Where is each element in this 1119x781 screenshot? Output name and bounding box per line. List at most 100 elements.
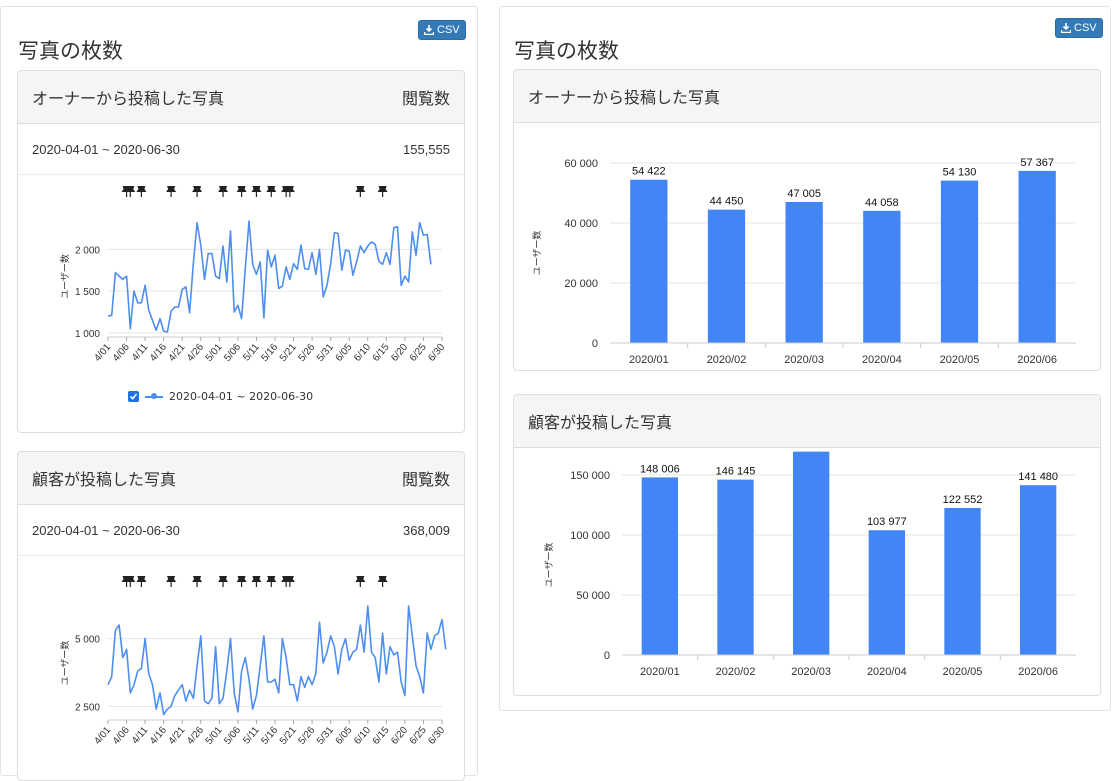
pin-icon — [192, 186, 203, 197]
series-line — [107, 220, 432, 333]
legend-label: 2020-04-01 ~ 2020-06-30 — [169, 390, 314, 403]
x-tick-label: 6/25 — [408, 725, 429, 747]
x-tick-label: 4/06 — [111, 342, 132, 364]
panel-heading: オーナーから投稿した写真 — [514, 70, 1100, 123]
panel-heading: 顧客が投稿した写真 閲覧数 — [18, 452, 464, 505]
customer-line-chart: 2 5005 000ユーザー数4/014/064/114/164/214/265… — [59, 576, 448, 747]
x-tick-label: 5/06 — [222, 725, 243, 747]
y-tick-label: 60 000 — [564, 158, 598, 170]
download-icon — [1061, 23, 1071, 33]
x-tick-label: 6/15 — [371, 342, 392, 364]
csv-label: CSV — [1074, 22, 1097, 34]
pin-icon — [377, 576, 388, 587]
x-tick-label: 5/31 — [315, 725, 336, 747]
date-range: 2020-04-01 ~ 2020-06-30 — [32, 141, 180, 157]
y-tick-label: 1 500 — [75, 287, 100, 298]
x-tick-label: 4/16 — [148, 342, 169, 364]
bar — [707, 209, 746, 343]
pin-icon — [251, 576, 262, 587]
y-axis-label: ユーザー数 — [531, 231, 542, 276]
y-tick-label: 100 000 — [570, 530, 610, 542]
x-tick-label: 5/16 — [259, 342, 280, 364]
panel-title: 顧客が投稿した写真 — [32, 470, 177, 489]
x-tick-label: 5/16 — [259, 725, 280, 747]
x-tick-label: 6/25 — [408, 342, 429, 364]
bar-value-label: 44 450 — [710, 196, 744, 208]
section-title: 写真の枚数 — [18, 39, 123, 63]
bar-value-label: 148 006 — [640, 463, 680, 475]
x-tick-label: 4/11 — [130, 725, 151, 747]
bar-value-label: 103 977 — [867, 516, 907, 528]
pin-icon — [266, 186, 277, 197]
owner-photos-bar-panel: オーナーから投稿した写真 0 20 000 40 000 60 000 ユーザー数 54 … — [513, 69, 1101, 371]
x-category-label: 2020/04 — [867, 666, 907, 678]
bar-value-label: 47 005 — [787, 188, 821, 200]
bar — [868, 530, 905, 655]
panel-summary: 2020-04-01 ~ 2020-06-30 368,009 — [18, 505, 464, 556]
customer-photos-bar-panel: 顧客が投稿した写真 0 50 000 100 000 150 000 ユーザー数 148 … — [513, 394, 1101, 696]
total-views: 368,009 — [403, 522, 450, 538]
x-tick-label: 4/21 — [167, 342, 188, 364]
bar — [793, 451, 830, 655]
x-category-label: 2020/06 — [1017, 354, 1057, 366]
bar-value-label: 146 145 — [716, 466, 756, 478]
owner-line-chart: 1 000 1 500 2 000 ユーザー数 4/014/064/114/164/21… — [59, 186, 448, 364]
bar — [630, 179, 668, 343]
bar — [717, 479, 754, 655]
y-tick-label: 5 000 — [75, 635, 100, 646]
x-tick-label: 6/20 — [389, 725, 410, 747]
panel-title: オーナーから投稿した写真 — [528, 88, 721, 107]
y-tick-label: 40 000 — [564, 218, 598, 230]
customer-photos-panel: 顧客が投稿した写真 閲覧数 2020-04-01 ~ 2020-06-30 36… — [17, 451, 465, 781]
panel-heading: オーナーから投稿した写真 閲覧数 — [18, 71, 464, 124]
pin-icon — [192, 576, 203, 587]
x-tick-label: 6/30 — [426, 725, 447, 747]
owner-photos-panel: オーナーから投稿した写真 閲覧数 2020-04-01 ~ 2020-06-30… — [17, 70, 465, 433]
section-title: 写真の枚数 — [514, 39, 619, 63]
bar — [944, 507, 981, 655]
download-icon — [424, 25, 434, 35]
x-tick-label: 5/26 — [296, 725, 317, 747]
y-tick-label: 2 500 — [75, 702, 100, 713]
pin-icon — [166, 576, 177, 587]
pin-icon — [377, 186, 388, 197]
x-category-label: 2020/01 — [629, 354, 669, 366]
y-axis-label: ユーザー数 — [543, 543, 554, 588]
y-tick-label: 50 000 — [576, 590, 610, 602]
y-axis-label: ユーザー数 — [59, 641, 70, 686]
csv-download-button[interactable]: CSV — [418, 20, 466, 40]
x-tick-label: 5/21 — [278, 725, 299, 747]
x-tick-label: 5/01 — [204, 342, 225, 364]
x-tick-label: 4/06 — [111, 725, 132, 747]
panel-title: オーナーから投稿した写真 — [32, 89, 225, 108]
x-tick-label: 4/26 — [185, 342, 206, 364]
chart-legend[interactable]: 2020-04-01 ~ 2020-06-30 — [128, 390, 313, 403]
x-tick-label: 4/16 — [148, 725, 169, 747]
panel-summary: 2020-04-01 ~ 2020-06-30 155,555 — [18, 124, 464, 175]
metric-label: 閲覧数 — [401, 470, 450, 489]
bar-value-label: 54 130 — [943, 167, 977, 179]
panel-heading: 顧客が投稿した写真 — [514, 395, 1100, 448]
x-tick-label: 6/05 — [334, 342, 355, 364]
customer-bar-chart: 0 50 000 100 000 150 000 ユーザー数 148 006 2020/01… — [543, 448, 1076, 678]
x-tick-label: 5/11 — [241, 725, 262, 747]
x-tick-label: 5/26 — [296, 342, 317, 364]
y-tick-label: 150 000 — [570, 470, 610, 482]
csv-download-button[interactable]: CSV — [1055, 18, 1103, 38]
x-tick-label: 5/06 — [222, 342, 243, 364]
checkbox-icon[interactable] — [128, 391, 139, 402]
bar — [785, 201, 823, 343]
y-tick-label: 1 000 — [75, 329, 100, 340]
x-tick-label: 5/01 — [204, 725, 225, 747]
pin-icon — [236, 576, 247, 587]
pin-icon — [236, 186, 247, 197]
legend-swatch — [145, 392, 163, 399]
series-line — [107, 605, 447, 716]
x-tick-label: 6/10 — [352, 725, 373, 747]
bar-value-label: 122 552 — [943, 494, 983, 506]
right-column: 写真の枚数 CSV オーナーから投稿した写真 0 20 000 40 000 60 0… — [499, 6, 1111, 711]
pin-icon — [218, 186, 229, 197]
x-tick-label: 6/20 — [389, 342, 410, 364]
date-range: 2020-04-01 ~ 2020-06-30 — [32, 522, 180, 538]
pin-icon — [136, 576, 147, 587]
